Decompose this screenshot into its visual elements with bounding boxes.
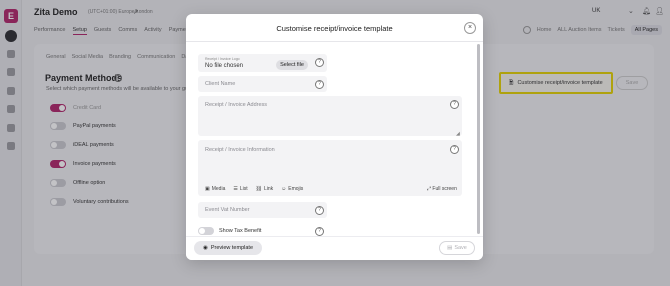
- question-icon[interactable]: ?: [450, 100, 459, 109]
- list-icon: ☰: [233, 186, 238, 192]
- select-file-button[interactable]: Select file: [276, 60, 308, 70]
- image-icon: ▣: [205, 186, 210, 192]
- full-screen-button[interactable]: ⤢ Full screen: [427, 186, 457, 192]
- full-screen-label: Full screen: [432, 186, 457, 192]
- eye-icon: ◉: [203, 245, 208, 251]
- media-label: Media: [211, 186, 226, 192]
- modal-title: Customise receipt/invoice template: [276, 24, 393, 33]
- client-name-placeholder: Client Name: [205, 81, 236, 87]
- link-label: Link: [263, 186, 274, 192]
- question-icon[interactable]: ?: [315, 227, 324, 236]
- list-button[interactable]: ☰ List: [233, 186, 247, 192]
- preview-template-button[interactable]: ◉ Preview template: [194, 241, 262, 255]
- preview-template-label: Preview template: [210, 245, 253, 251]
- list-label: List: [239, 186, 248, 192]
- show-tax-benefit-toggle[interactable]: [198, 227, 214, 235]
- vat-number-placeholder: Event Vat Number: [205, 207, 250, 213]
- modal-scrollbar[interactable]: [477, 44, 480, 234]
- link-button[interactable]: ⛓ Link: [256, 186, 274, 192]
- smiley-icon: ☺: [281, 186, 287, 192]
- expand-icon: ⤢: [427, 186, 432, 192]
- editor-toolbar: ▣ Media ☰ List ⛓ Link ☺ Emojis: [205, 186, 303, 192]
- media-button[interactable]: ▣ Media: [205, 186, 225, 192]
- save-button[interactable]: ▤ Save: [439, 241, 475, 255]
- logo-upload-label: Receipt / Invoice Logo: [205, 57, 240, 61]
- show-tax-benefit-label: Show Tax Benefit: [219, 228, 262, 234]
- customise-template-modal: Customise receipt/invoice template ×: [186, 14, 483, 260]
- information-placeholder: Receipt / Invoice Information: [205, 147, 275, 153]
- logo-upload-value: No file chosen: [205, 63, 244, 69]
- question-icon[interactable]: ?: [315, 80, 324, 89]
- emojis-button[interactable]: ☺ Emojis: [281, 186, 303, 192]
- resize-handle-icon[interactable]: ◢: [456, 131, 460, 137]
- emojis-label: Emojis: [288, 186, 304, 192]
- modal-header: Customise receipt/invoice template ×: [186, 14, 483, 42]
- address-placeholder: Receipt / Invoice Address: [205, 102, 268, 108]
- link-icon: ⛓: [255, 186, 262, 192]
- close-icon[interactable]: ×: [464, 22, 476, 34]
- question-icon[interactable]: ?: [315, 206, 324, 215]
- save-icon: ▤: [447, 245, 453, 251]
- question-icon[interactable]: ?: [450, 145, 459, 154]
- save-label: Save: [454, 245, 467, 251]
- question-icon[interactable]: ?: [315, 58, 324, 67]
